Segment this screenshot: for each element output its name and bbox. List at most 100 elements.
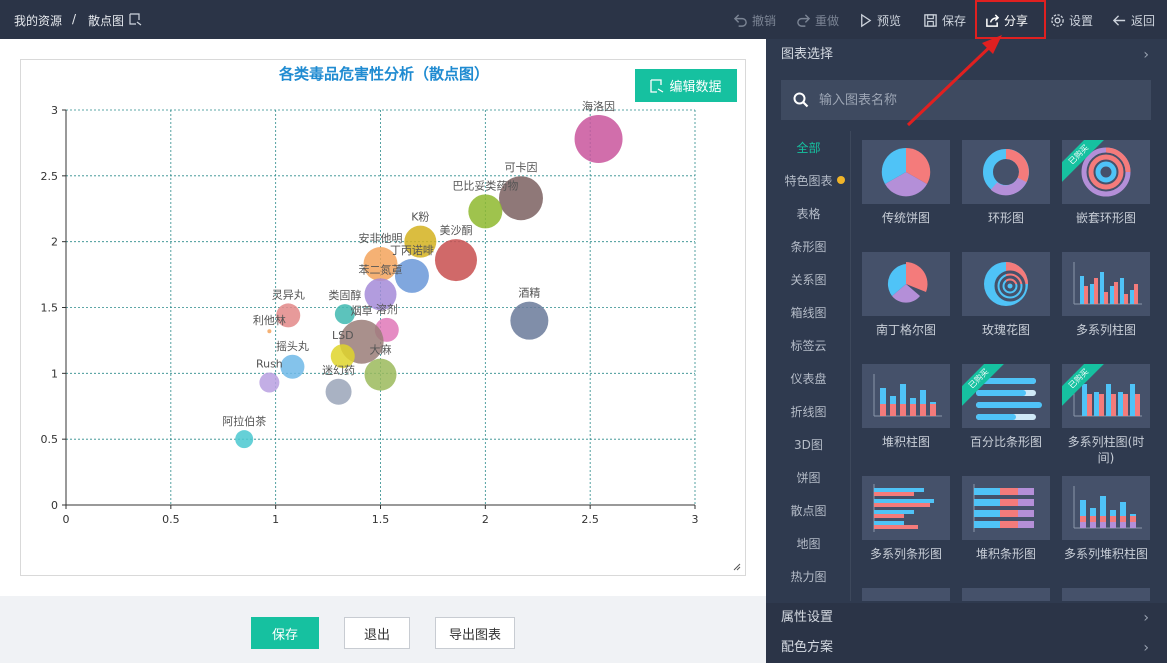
settings-button[interactable]: 设置 [1050,10,1093,30]
scatter-point[interactable] [235,430,254,449]
point-label: Rush [256,358,283,371]
chart-search-box[interactable] [781,80,1151,120]
x-tick-label: 1 [272,513,279,526]
color-scheme-header[interactable]: 配色方案 › [766,633,1167,663]
x-tick-label: 0 [63,513,70,526]
chart-selection-panel: 图表选择 › 全部特色图表表格条形图关系图箱线图标签云仪表盘折线图3D图饼图散点… [766,39,1167,663]
chart-select-header[interactable]: 图表选择 › [766,40,1167,70]
arrow-left-icon [1112,14,1126,26]
back-button[interactable]: 返回 [1112,10,1155,30]
scatter-point[interactable] [325,378,352,405]
breadcrumb-root[interactable]: 我的资源 [14,12,62,29]
chevron-right-icon: › [1143,610,1149,626]
search-icon [793,92,809,108]
category-item[interactable]: 折线图 [766,403,851,420]
chart-type-card[interactable]: 多系列条形图 [862,476,952,562]
redo-button[interactable]: 重做 [796,10,839,30]
category-item[interactable]: 表格 [766,205,851,222]
category-item[interactable]: 热力图 [766,568,851,585]
y-tick-label: 2 [51,236,58,249]
x-tick-label: 0.5 [162,513,180,526]
chart-thumbnail: 已购买 [962,364,1050,428]
chart-thumbnail: 已购买 [1062,140,1150,204]
point-label: 摇头丸 [276,339,309,353]
category-item[interactable]: 箱线图 [766,304,851,321]
scatter-point[interactable] [364,358,397,391]
chart-type-card[interactable]: 堆积条形图 [962,476,1052,562]
search-input[interactable] [819,92,1119,108]
chart-type-card[interactable]: 南丁格尔图 [862,252,952,338]
scatter-point[interactable] [267,329,272,334]
chart-type-card[interactable]: 传统饼图 [862,140,952,226]
share-highlight-box [975,0,1046,39]
point-label: 丁丙诺啡 [390,244,434,257]
chart-thumbnail: 已购买 [1062,364,1150,428]
chart-type-card[interactable]: 环形图 [962,140,1052,226]
chart-thumbnail-icon [873,374,942,417]
category-item[interactable]: 条形图 [766,238,851,255]
save-button[interactable]: 保存 [251,617,319,649]
chevron-right-icon: › [1143,640,1149,656]
x-tick-label: 3 [692,513,699,526]
bottom-action-bar: 保存 退出 导出图表 [0,596,766,663]
scatter-point[interactable] [434,239,477,282]
chart-type-card[interactable]: 已购买 百分比条形图 [962,364,1052,450]
category-item[interactable]: 散点图 [766,502,851,519]
category-item[interactable]: 地图 [766,535,851,552]
chart-thumbnail [962,252,1050,316]
undo-button[interactable]: 撤销 [733,10,776,30]
save-toolbar-button[interactable]: 保存 [923,10,966,30]
point-label: 巴比妥类药物 [452,178,518,192]
y-tick-label: 0.5 [41,433,59,446]
chart-thumbnail [1062,476,1150,540]
chart-type-card[interactable]: 已购买 多系列柱图(时间) [1062,364,1152,466]
scatter-point[interactable] [280,354,305,379]
scatter-point[interactable] [259,372,280,393]
y-tick-label: 1.5 [41,302,59,315]
chart-thumbnail[interactable] [962,588,1050,601]
chart-type-label: 多系列柱图 [1075,323,1136,337]
category-item[interactable]: 仪表盘 [766,370,851,387]
chart-container[interactable]: 0 0.5 1 1.5 2 2.5 3 0 0.5 1 1.5 2 2.5 3 海洛因 可卡因 巴比妥类药物美… [20,59,746,576]
chart-type-card[interactable]: 多系列堆积柱图 [1062,476,1152,562]
x-tick-label: 2 [482,513,489,526]
chart-type-card[interactable]: 多系列柱图 [1062,252,1152,338]
category-item[interactable]: 标签云 [766,337,851,354]
scatter-point[interactable] [468,194,503,229]
chart-type-label: 传统饼图 [881,211,930,225]
chart-type-label: 多系列条形图 [869,547,942,561]
chart-thumbnail[interactable] [862,588,950,601]
chart-type-card[interactable]: 玫瑰花图 [962,252,1052,338]
exit-button[interactable]: 退出 [344,617,410,649]
preview-button[interactable]: 预览 [858,10,901,30]
point-label: 大麻 [370,343,392,357]
chart-thumbnail[interactable] [1062,588,1150,601]
point-label: 安非他明 [359,231,403,245]
category-item[interactable]: 3D图 [766,436,851,453]
chart-type-card[interactable]: 已购买 嵌套环形图 [1062,140,1152,226]
point-label: 迷幻药 [322,364,355,377]
category-item[interactable]: 饼图 [766,469,851,486]
edit-data-button[interactable]: 编辑数据 [635,69,737,102]
canvas-area: 0 0.5 1 1.5 2 2.5 3 0 0.5 1 1.5 2 2.5 3 海洛因 可卡因 巴比妥类药物美… [0,39,766,596]
rename-icon[interactable] [129,13,142,29]
chart-thumbnail-icon [1073,486,1142,529]
scatter-point[interactable] [510,301,549,340]
point-label: 美沙酮 [439,224,472,237]
point-label: 溶剂 [376,302,398,316]
scatter-point[interactable] [574,114,623,163]
chart-type-card[interactable]: 堆积柱图 [862,364,952,450]
property-settings-header[interactable]: 属性设置 › [766,603,1167,633]
chart-thumbnail-icon [984,262,1028,306]
category-list: 全部 特色图表 表格 条形图 关系图 箱线图 标签云 仪表盘 折线图 3D图 饼图 散点图 地图 热力图 [766,131,851,601]
chevron-right-icon: › [1143,47,1149,63]
chart-thumbnail [962,140,1050,204]
category-item[interactable]: 全部 [766,139,851,156]
resize-handle-icon[interactable] [733,563,741,571]
point-label: 烟草 [351,304,373,318]
point-label: 利他林 [253,313,286,327]
category-item[interactable]: 关系图 [766,271,851,288]
export-chart-button[interactable]: 导出图表 [435,617,515,649]
x-tick-label: 1.5 [372,513,390,526]
y-tick-label: 2.5 [41,170,59,183]
